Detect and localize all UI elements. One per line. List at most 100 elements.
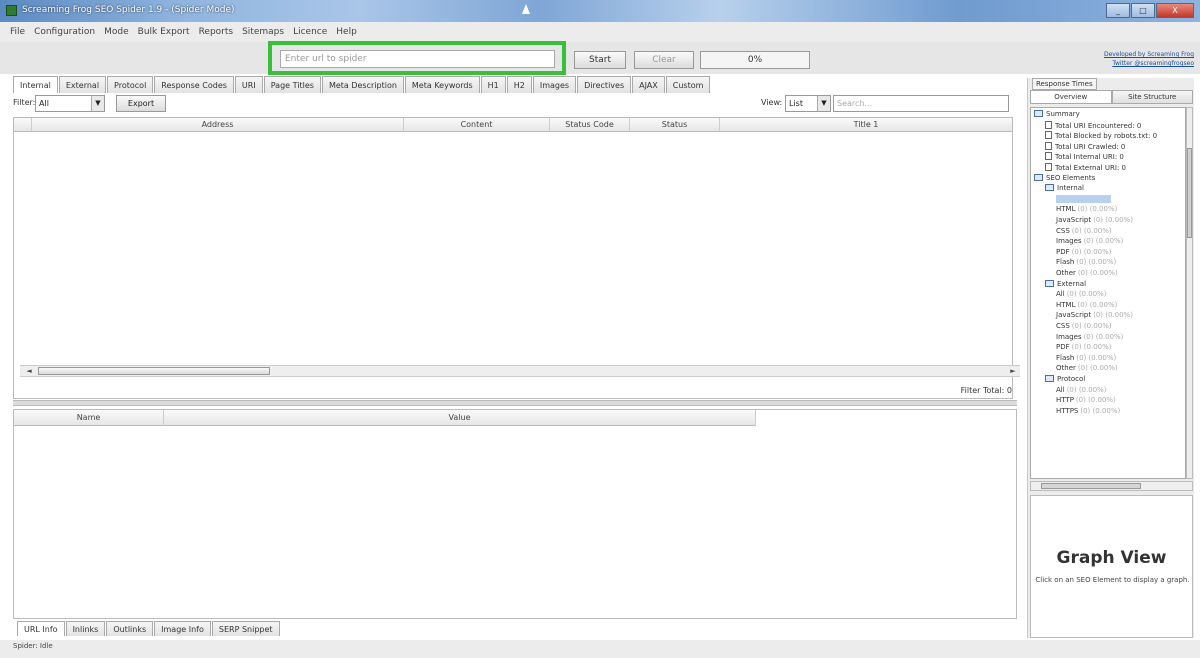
tree-node[interactable]: CSS (0) (0.00%): [1056, 227, 1112, 235]
tree-node[interactable]: PDF (0) (0.00%): [1056, 248, 1111, 256]
tree-node[interactable]: Images (0) (0.00%): [1056, 237, 1123, 245]
tree-node-percent: (0) (0.00%): [1071, 322, 1112, 330]
tree-node-percent: (0) (0.00%): [1077, 269, 1118, 277]
tree-node-percent: (0) (0.00%): [1076, 258, 1117, 267]
maximize-button[interactable]: □: [1131, 3, 1155, 18]
scroll-left-icon[interactable]: ◄: [22, 366, 36, 376]
search-input[interactable]: Search...: [833, 95, 1009, 112]
tree-node[interactable]: HTTP (0) (0.00%): [1056, 396, 1116, 404]
menu-sitemaps[interactable]: Sitemaps: [242, 27, 284, 37]
tab-images[interactable]: Images: [532, 76, 577, 93]
scrollbar-thumb[interactable]: [38, 367, 270, 375]
menu-help[interactable]: Help: [336, 27, 357, 37]
tree-node[interactable]: Other (0) (0.00%): [1056, 364, 1118, 372]
tree-node[interactable]: Total External URI: 0: [1045, 163, 1126, 172]
start-button[interactable]: Start: [574, 51, 626, 69]
tab-site-structure[interactable]: Site Structure: [1111, 90, 1193, 104]
tab-protocol[interactable]: Protocol: [107, 76, 154, 93]
tree-node[interactable]: SEO Elements: [1034, 173, 1095, 182]
tree-node[interactable]: Summary: [1034, 110, 1080, 118]
tree-node[interactable]: Total URI Crawled: 0: [1045, 141, 1125, 151]
menu-bulk-export[interactable]: Bulk Export: [138, 27, 190, 37]
chevron-down-icon: ▼: [817, 96, 830, 111]
response-times-tab[interactable]: Response Times: [1032, 78, 1097, 90]
tab-outlinks[interactable]: Outlinks: [106, 621, 154, 636]
document-icon: [1045, 152, 1052, 161]
tree-node-percent: (0) (0.00%): [1093, 216, 1133, 224]
tree-node[interactable]: HTML (0) (0.00%): [1056, 301, 1117, 309]
developed-by-link[interactable]: Developed by Screaming Frog: [1104, 50, 1194, 59]
menu-licence[interactable]: Licence: [293, 27, 327, 37]
tab-overview[interactable]: Overview: [1030, 90, 1112, 104]
tree-node[interactable]: Total URI Encountered: 0: [1045, 120, 1141, 130]
minimize-button[interactable]: _: [1106, 3, 1130, 18]
tab-h1[interactable]: H1: [480, 76, 506, 93]
tree-node[interactable]: External: [1045, 279, 1086, 288]
filter-select-value: All: [39, 99, 49, 108]
tree-vertical-scrollbar[interactable]: [1186, 107, 1193, 479]
tree-node[interactable]: All (0) (0.00%): [1056, 290, 1107, 298]
tab-directives[interactable]: Directives: [577, 76, 632, 93]
tab-inlinks[interactable]: Inlinks: [65, 621, 106, 636]
tree-node[interactable]: CSS (0) (0.00%): [1056, 322, 1112, 330]
tab-page-titles[interactable]: Page Titles: [263, 76, 321, 93]
tree-node[interactable]: Internal: [1045, 184, 1084, 192]
tab-uri[interactable]: URI: [234, 76, 263, 93]
col-status-code[interactable]: Status Code: [550, 118, 630, 132]
tree-node[interactable]: All (0) (0.00%): [1056, 386, 1107, 394]
tree-node[interactable]: HTML (0) (0.00%): [1056, 205, 1117, 213]
graph-view-pane: Graph View Click on an SEO Element to di…: [1030, 495, 1193, 638]
col-address[interactable]: Address: [32, 118, 404, 132]
tree-node[interactable]: Total Blocked by robots.txt: 0: [1045, 131, 1157, 140]
menu-configuration[interactable]: Configuration: [34, 27, 95, 37]
tree-node-label: PDF: [1056, 247, 1070, 256]
view-select[interactable]: List ▼: [785, 95, 831, 112]
tab-url-info[interactable]: URL Info: [17, 621, 65, 636]
scrollbar-thumb[interactable]: [1187, 148, 1192, 238]
col-title-1[interactable]: Title 1: [720, 118, 1012, 132]
tree-node-percent: (0) (0.00%): [1083, 332, 1124, 341]
pane-splitter[interactable]: [13, 400, 1017, 406]
tree-node[interactable]: JavaScript (0) (0.00%): [1056, 311, 1133, 319]
menu-file[interactable]: File: [10, 27, 25, 37]
tab-image-info[interactable]: Image Info: [154, 621, 211, 636]
close-button[interactable]: X: [1156, 3, 1194, 18]
tab-serp-snippet[interactable]: SERP Snippet: [211, 621, 280, 636]
tree-node[interactable]: Total Internal URI: 0: [1045, 152, 1124, 161]
tree-node-percent: (0) (0.00%): [1076, 353, 1117, 362]
tab-internal[interactable]: Internal: [13, 76, 58, 93]
tab-meta-description[interactable]: Meta Description: [321, 76, 404, 93]
tree-node[interactable]: Images (0) (0.00%): [1056, 333, 1123, 341]
tree-node[interactable]: PDF (0) (0.00%): [1056, 343, 1111, 351]
tree-node[interactable]: Flash (0) (0.00%): [1056, 258, 1116, 266]
scrollbar-thumb[interactable]: [1041, 483, 1141, 489]
grid-horizontal-scrollbar[interactable]: ◄ ►: [20, 365, 1020, 377]
menu-mode[interactable]: Mode: [104, 27, 129, 37]
clear-button[interactable]: Clear: [634, 51, 694, 69]
tree-node[interactable]: HTTPS (0) (0.00%): [1056, 407, 1120, 415]
tree-node-label: Images: [1056, 332, 1082, 341]
col-status[interactable]: Status: [630, 118, 720, 132]
tab-response-codes[interactable]: Response Codes: [154, 76, 234, 93]
tab-external[interactable]: External: [58, 76, 107, 93]
col-content[interactable]: Content: [404, 118, 550, 132]
tree-horizontal-scrollbar[interactable]: [1030, 481, 1193, 491]
menu-reports[interactable]: Reports: [199, 27, 234, 37]
tree-node[interactable]: All (0) (0.00%): [1056, 194, 1111, 203]
col-value[interactable]: Value: [164, 410, 756, 426]
tree-node[interactable]: Protocol: [1045, 375, 1085, 383]
tree-node[interactable]: JavaScript (0) (0.00%): [1056, 216, 1133, 224]
document-icon: [1045, 131, 1052, 140]
filter-select[interactable]: All ▼: [35, 95, 105, 112]
tree-node[interactable]: Other (0) (0.00%): [1056, 269, 1118, 277]
tab-ajax[interactable]: AJAX: [632, 76, 665, 93]
col-name[interactable]: Name: [14, 410, 164, 426]
tab-h2[interactable]: H2: [506, 76, 532, 93]
tree-node-label: Internal: [1057, 184, 1084, 193]
tree-node[interactable]: Flash (0) (0.00%): [1056, 354, 1116, 362]
tab-meta-keywords[interactable]: Meta Keywords: [404, 76, 480, 93]
tab-custom[interactable]: Custom: [665, 76, 711, 93]
export-button[interactable]: Export: [116, 95, 166, 112]
scroll-right-icon[interactable]: ►: [1006, 366, 1020, 376]
twitter-link[interactable]: Twitter @screamingfrogseo: [1104, 59, 1194, 68]
